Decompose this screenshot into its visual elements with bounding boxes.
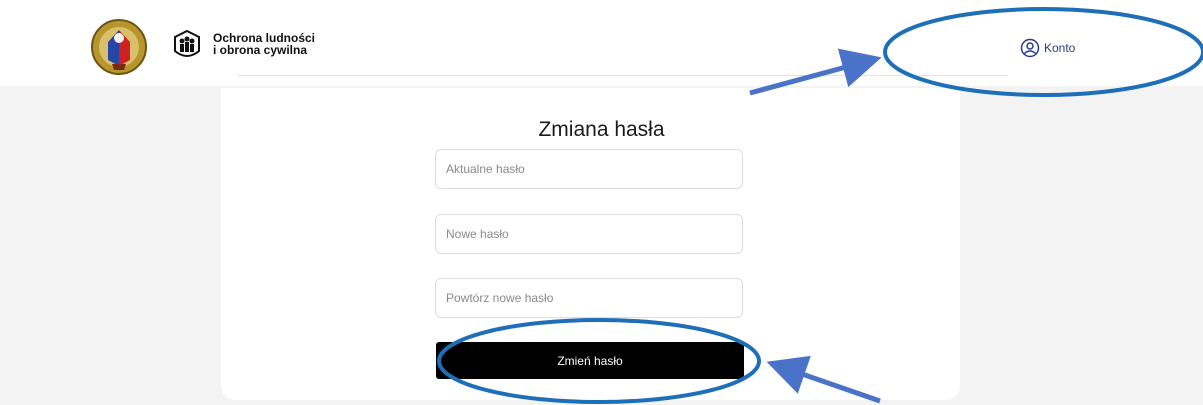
repeat-password-field[interactable] — [435, 278, 743, 318]
top-navigation-bar: Ochrona ludności i obrona cywilna Konto — [0, 0, 1203, 87]
user-circle-icon — [1020, 38, 1040, 58]
header-divider — [238, 75, 1008, 76]
civil-protection-logo-icon — [174, 29, 200, 57]
coat-of-arms-icon — [91, 19, 147, 75]
account-link[interactable]: Konto — [1020, 38, 1075, 58]
current-password-field[interactable] — [435, 149, 743, 189]
change-password-button[interactable]: Zmień hasło — [436, 342, 744, 379]
brand-line-2: i obrona cywilna — [213, 43, 308, 57]
page-title: Zmiana hasła — [538, 118, 665, 141]
brand-name[interactable]: Ochrona ludności i obrona cywilna — [213, 32, 315, 56]
new-password-field[interactable] — [435, 214, 743, 254]
account-label: Konto — [1044, 41, 1076, 55]
